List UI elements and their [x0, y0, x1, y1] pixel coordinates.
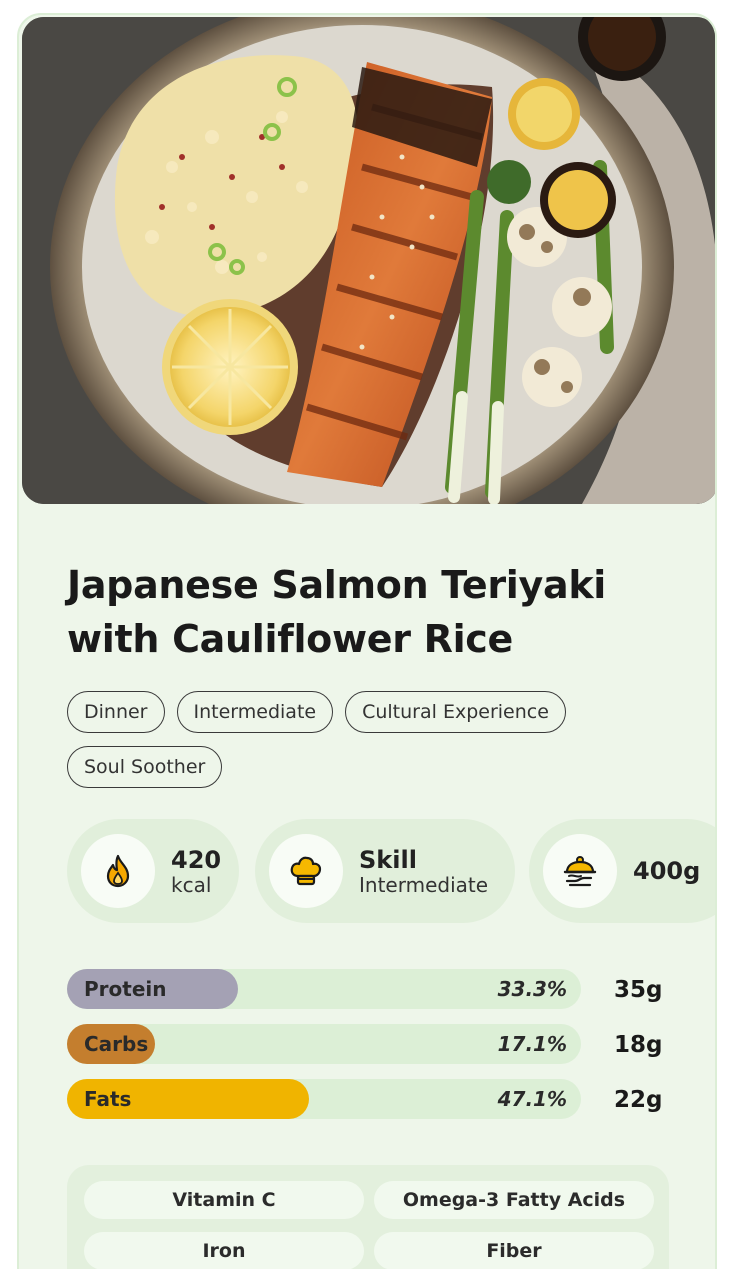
salmon-plate-image [22, 17, 715, 504]
macro-grams: 22g [614, 1087, 663, 1113]
recipe-title: Japanese Salmon Teriyaki with Cauliflowe… [67, 563, 607, 661]
tag-dinner[interactable]: Dinner [67, 691, 165, 733]
tag-cultural-experience[interactable]: Cultural Experience [345, 691, 566, 733]
skill-value: Intermediate [359, 872, 489, 897]
macro-grams: 35g [614, 977, 663, 1003]
macro-name: Fats [84, 1087, 132, 1111]
macro-row-protein: Protein 33.3% 35g [67, 969, 677, 1009]
flame-icon [81, 834, 155, 908]
nutrients-panel: Vitamin C Omega-3 Fatty Acids Iron Fiber [67, 1165, 669, 1269]
recipe-hero-image [22, 17, 715, 504]
skill-stat: Skill Intermediate [255, 819, 515, 923]
macro-percent: 47.1% [497, 1087, 567, 1111]
macro-row-carbs: Carbs 17.1% 18g [67, 1024, 677, 1064]
recipe-card: Japanese Salmon Teriyaki with Cauliflowe… [17, 13, 717, 1269]
nutrient-pill: Vitamin C [84, 1181, 364, 1219]
nutrient-pill: Fiber [374, 1232, 654, 1269]
food-scale-icon [543, 834, 617, 908]
macro-percent: 33.3% [497, 977, 567, 1001]
tag-intermediate[interactable]: Intermediate [176, 691, 334, 733]
tag-soul-soother[interactable]: Soul Soother [67, 746, 223, 788]
skill-label: Skill [359, 845, 417, 874]
macro-percent: 17.1% [497, 1032, 567, 1056]
macro-name: Protein [84, 977, 167, 1001]
nutrient-pill: Omega-3 Fatty Acids [374, 1181, 654, 1219]
weight-stat: 400g [529, 819, 715, 923]
calories-unit: kcal [171, 872, 212, 897]
nutrient-pill: Iron [84, 1232, 364, 1269]
macro-name: Carbs [84, 1032, 149, 1056]
macro-grams: 18g [614, 1032, 663, 1058]
recipe-tags: Dinner Intermediate Cultural Experience … [67, 691, 687, 788]
weight-value: 400g [633, 856, 701, 885]
chef-hat-icon [269, 834, 343, 908]
macro-row-fats: Fats 47.1% 22g [67, 1079, 677, 1119]
calories-stat: 420 kcal [67, 819, 239, 923]
calories-value: 420 [171, 845, 222, 874]
